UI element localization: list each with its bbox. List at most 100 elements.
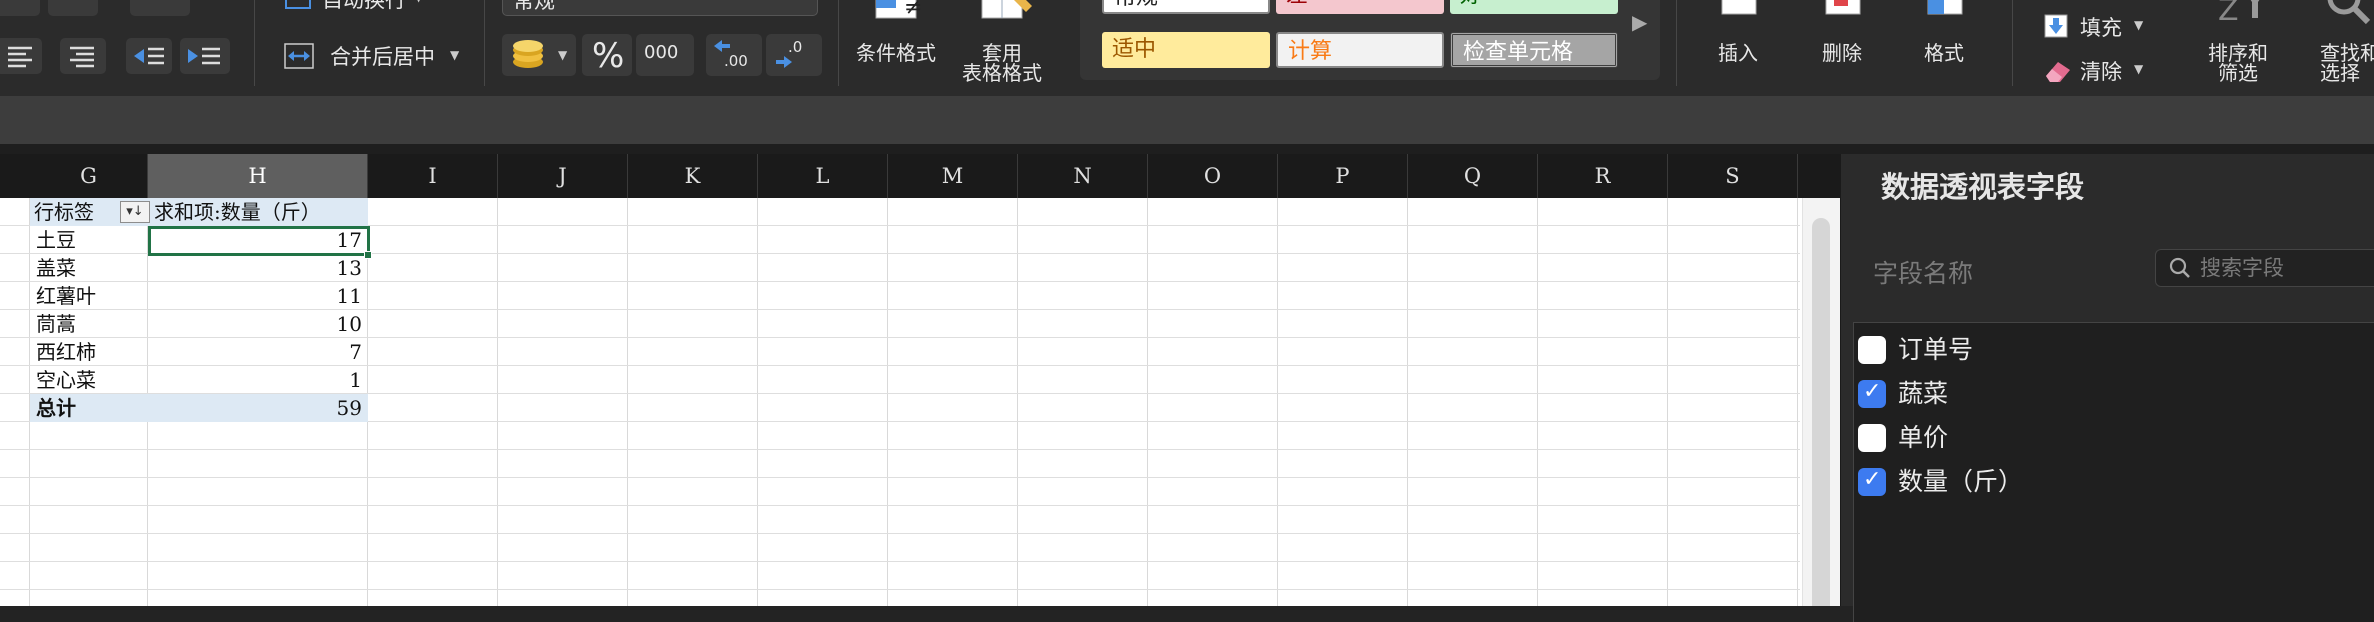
column-header-n[interactable]: N	[1018, 154, 1148, 198]
align-right-button[interactable]	[60, 38, 106, 74]
row-gridline	[0, 533, 1800, 534]
pivot-row-value[interactable]: 13	[150, 254, 366, 282]
style-normal[interactable]: 常规	[1102, 0, 1270, 14]
active-cell-highlight	[148, 226, 370, 256]
align-top-button[interactable]	[0, 0, 40, 16]
pivot-row-label[interactable]: 茼蒿	[36, 310, 146, 338]
percent-button[interactable]: %	[582, 34, 632, 76]
pivot-row-value[interactable]: 1	[150, 366, 366, 394]
increase-decimal-button[interactable]: .00	[706, 34, 762, 76]
field-search-box[interactable]	[2155, 249, 2374, 287]
pivot-row-value[interactable]: 7	[150, 338, 366, 366]
pivot-field-item[interactable]: 单价	[1858, 421, 2358, 457]
fill-label: 填充	[2080, 16, 2122, 40]
delete-cells-button[interactable]: 删除	[1804, 0, 1884, 70]
pivot-field-checkbox[interactable]	[1858, 424, 1886, 452]
column-header-j[interactable]: J	[498, 154, 628, 198]
align-left-button[interactable]	[0, 38, 42, 74]
pivot-row-label[interactable]: 土豆	[36, 226, 146, 254]
pivot-row-value[interactable]: 11	[150, 282, 366, 310]
column-gridline	[1667, 198, 1668, 606]
number-format-select[interactable]: 常规	[502, 0, 818, 16]
pivot-field-checkbox[interactable]	[1858, 379, 1886, 408]
wrap-orient-button[interactable]	[48, 0, 98, 16]
ribbon-separator	[2012, 0, 2013, 86]
pivot-row-label[interactable]: 盖菜	[36, 254, 146, 282]
style-check-cell[interactable]: 检查单元格	[1450, 32, 1618, 68]
format-cells-button[interactable]: 格式	[1906, 0, 1986, 70]
pivot-row-label[interactable]: 红薯叶	[36, 282, 146, 310]
wrap-text-icon	[285, 0, 311, 9]
merge-center-button[interactable]: 合并后居中 ▼	[282, 38, 472, 74]
fill-handle[interactable]	[364, 251, 372, 259]
pivot-field-checkbox[interactable]	[1858, 467, 1886, 496]
wrap-text-button[interactable]: 自动换行 ▼	[282, 0, 442, 14]
svg-text:Z: Z	[2218, 0, 2239, 28]
insert-cells-icon	[1721, 0, 1757, 15]
column-header-row: GHIJKLMNOPQRS	[0, 154, 1840, 198]
ribbon-separator	[838, 0, 839, 86]
fill-button[interactable]: 填充 ▼	[2040, 10, 2160, 42]
pivot-row-label[interactable]: 西红柿	[36, 338, 146, 366]
style-good-label: 好	[1460, 0, 1482, 8]
pivot-field-checkbox[interactable]	[1858, 336, 1886, 364]
field-search-input[interactable]	[2200, 254, 2374, 282]
magnifier-icon	[2327, 0, 2371, 25]
orientation-button[interactable]	[130, 0, 190, 16]
increase-indent-button[interactable]	[180, 38, 230, 74]
decrease-indent-button[interactable]	[126, 38, 172, 74]
ribbon-separator	[1676, 0, 1677, 86]
align-right-icon	[70, 46, 94, 68]
search-icon	[2169, 257, 2190, 278]
worksheet-grid[interactable]: GHIJKLMNOPQRS 行标签 ▾↓ 求和项:数量（斤） 土豆 17 盖菜 13 红…	[0, 154, 1840, 606]
pivot-total-label[interactable]: 总计	[36, 394, 146, 422]
increase-indent-icon	[188, 47, 220, 65]
column-header-i[interactable]: I	[368, 154, 498, 198]
column-header-m[interactable]: M	[888, 154, 1018, 198]
row-label-filter-button[interactable]: ▾↓	[120, 201, 150, 223]
chevron-down-icon: ▼	[2134, 62, 2144, 76]
column-header-h[interactable]: H	[148, 154, 368, 198]
column-gridline	[1277, 198, 1278, 606]
pivot-total-value[interactable]: 59	[150, 394, 366, 422]
column-header-r[interactable]: R	[1538, 154, 1668, 198]
style-good[interactable]: 好	[1450, 0, 1618, 14]
table-format-button[interactable]: 套用 表格格式	[952, 0, 1060, 90]
find-select-button[interactable]: 查找和 选择	[2310, 0, 2374, 90]
scrollbar-thumb[interactable]	[1812, 218, 1830, 606]
column-gridline	[1537, 198, 1538, 606]
pivot-row-label[interactable]: 空心菜	[36, 366, 146, 394]
column-header-g[interactable]: G	[30, 154, 148, 198]
table-format-label-line2: 表格格式	[962, 61, 1042, 85]
pivot-field-item[interactable]: 订单号	[1858, 333, 2358, 369]
decrease-decimal-button[interactable]: .0	[766, 34, 822, 76]
conditional-format-button[interactable]: ≠ 条件格式	[852, 0, 952, 70]
style-bad[interactable]: 差	[1276, 0, 1444, 14]
column-header-s[interactable]: S	[1668, 154, 1798, 198]
style-neutral[interactable]: 适中	[1102, 32, 1270, 68]
vertical-scrollbar[interactable]	[1802, 198, 1840, 606]
column-header-o[interactable]: O	[1148, 154, 1278, 198]
insert-label: 插入	[1718, 41, 1758, 65]
comma-style-button[interactable]: 000	[636, 34, 694, 76]
column-gridline	[1407, 198, 1408, 606]
column-header-p[interactable]: P	[1278, 154, 1408, 198]
pivot-field-label: 蔬菜	[1898, 379, 1949, 408]
merge-center-label: 合并后居中	[330, 45, 435, 69]
column-header-l[interactable]: L	[758, 154, 888, 198]
conditional-format-icon: ≠	[875, 0, 922, 20]
delete-label: 删除	[1822, 41, 1862, 65]
pivot-row-value[interactable]: 10	[150, 310, 366, 338]
pivot-field-item[interactable]: 蔬菜	[1858, 377, 2358, 413]
style-calculation[interactable]: 计算	[1276, 32, 1444, 68]
pivot-field-item[interactable]: 数量（斤）	[1858, 465, 2358, 501]
pivot-value-header[interactable]: 求和项:数量（斤）	[154, 198, 368, 226]
style-check-cell-label: 检查单元格	[1463, 40, 1574, 65]
gallery-scroll-right-icon[interactable]: ▶	[1632, 10, 1647, 34]
column-header-k[interactable]: K	[628, 154, 758, 198]
sort-filter-button[interactable]: Z 排序和 筛选	[2200, 0, 2290, 90]
insert-cells-button[interactable]: 插入	[1700, 0, 1780, 70]
column-header-q[interactable]: Q	[1408, 154, 1538, 198]
clear-button[interactable]: 清除 ▼	[2040, 54, 2160, 86]
currency-format-button[interactable]: ▼	[502, 34, 576, 76]
